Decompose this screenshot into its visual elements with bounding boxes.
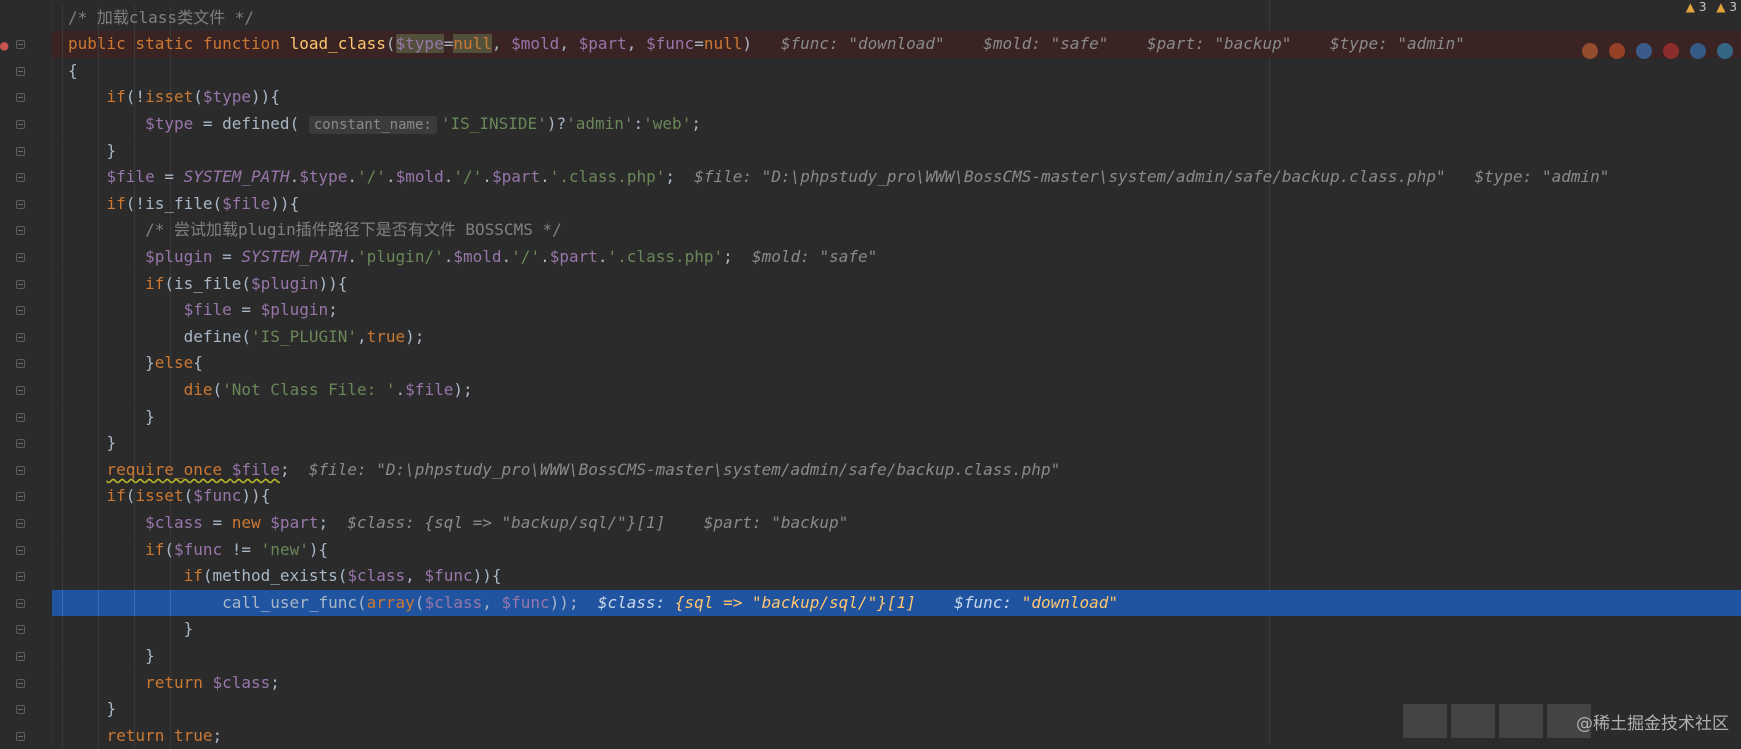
code-text: return true; xyxy=(106,725,223,745)
edge-icon[interactable] xyxy=(1717,43,1733,59)
code-text: } xyxy=(68,645,155,665)
code-text: /* 加载class类文件 */ xyxy=(68,7,254,27)
code-line[interactable]: }else{ xyxy=(52,350,1741,377)
fold-marker-icon[interactable] xyxy=(16,66,25,76)
editor-gutter[interactable]: ● xyxy=(0,0,53,744)
fold-marker-icon[interactable] xyxy=(16,119,25,129)
code-text: /* 尝试加载plugin插件路径下是否有文件 BOSSCMS */ xyxy=(145,220,562,240)
fold-marker-icon[interactable] xyxy=(16,173,25,183)
code-text: $plugin = SYSTEM_PATH.'plugin/'.$mold.'/… xyxy=(145,246,878,266)
code-text: } xyxy=(68,699,117,719)
code-text: define('IS_PLUGIN',true); xyxy=(68,326,425,346)
code-editor[interactable]: /* 加载class类文件 */ public static function l… xyxy=(52,0,1741,749)
fold-marker-icon[interactable] xyxy=(16,545,25,555)
code-text: $type = defined( constant_name: 'IS_INSID… xyxy=(145,113,701,134)
fold-marker-icon[interactable] xyxy=(16,625,25,635)
code-line[interactable]: } xyxy=(52,137,1741,165)
code-text: call_user_func(array($class, $func)); $c… xyxy=(68,592,1119,612)
code-text: $class = new $part; $class: {sql => "bac… xyxy=(145,512,849,532)
pixelated-region xyxy=(1403,704,1591,738)
breakpoint-icon[interactable]: ● xyxy=(0,38,8,54)
code-text: } xyxy=(68,406,155,426)
code-text: } xyxy=(68,433,117,453)
firefox-icon[interactable] xyxy=(1609,43,1625,59)
warning-icon: ▲ xyxy=(1685,0,1695,14)
warning-count-b: 3 xyxy=(1729,0,1737,14)
fold-marker-icon[interactable] xyxy=(16,146,25,156)
code-line[interactable]: /* 尝试加载plugin插件路径下是否有文件 BOSSCMS */ xyxy=(52,217,1741,244)
code-line[interactable]: $plugin = SYSTEM_PATH.'plugin/'.$mold.'/… xyxy=(52,243,1741,271)
fold-marker-icon[interactable] xyxy=(16,359,25,369)
code-text: if(method_exists($class, $func)){ xyxy=(183,566,502,586)
code-line[interactable]: } xyxy=(52,616,1741,643)
code-text: if(!isset($type)){ xyxy=(106,87,280,107)
code-line[interactable]: { xyxy=(52,57,1741,85)
code-text: { xyxy=(68,60,78,80)
fold-marker-icon[interactable] xyxy=(16,279,25,289)
fold-marker-icon[interactable] xyxy=(16,306,25,316)
fold-marker-icon[interactable] xyxy=(16,226,25,236)
code-text: }else{ xyxy=(68,353,203,373)
code-line[interactable]: } xyxy=(52,642,1741,670)
code-text: $file = $plugin; xyxy=(183,300,338,320)
safari-icon[interactable] xyxy=(1636,43,1652,59)
ie-icon[interactable] xyxy=(1690,43,1706,59)
code-line[interactable]: /* 加载class类文件 */ xyxy=(52,4,1741,32)
code-line[interactable]: if(method_exists($class, $func)){ xyxy=(52,563,1741,590)
fold-marker-icon[interactable] xyxy=(16,199,25,209)
code-line[interactable]: $type = defined( constant_name: 'IS_INSID… xyxy=(52,110,1741,138)
code-text: if(!is_file($file)){ xyxy=(106,193,300,213)
fold-marker-icon[interactable] xyxy=(16,705,25,715)
chrome-icon[interactable] xyxy=(1582,43,1598,59)
code-line[interactable]: require_once $file; $file: "D:\phpstudy_… xyxy=(52,456,1741,484)
fold-marker-icon[interactable] xyxy=(16,598,25,608)
code-line[interactable]: define('IS_PLUGIN',true); xyxy=(52,323,1741,351)
code-line[interactable]: $file = $plugin; xyxy=(52,297,1741,324)
fold-marker-icon[interactable] xyxy=(16,40,25,50)
code-text: $file = SYSTEM_PATH.$type.'/'.$mold.'/'.… xyxy=(106,167,1610,187)
code-text: if($func != 'new'){ xyxy=(145,539,329,559)
code-text: public static function load_class($type=… xyxy=(68,34,1465,54)
code-line[interactable]: call_user_func(array($class, $func)); $c… xyxy=(52,589,1741,617)
code-text: die('Not Class File: '.$file); xyxy=(183,379,473,399)
code-line[interactable]: return $class; xyxy=(52,669,1741,697)
fold-marker-icon[interactable] xyxy=(16,678,25,688)
fold-marker-icon[interactable] xyxy=(16,439,25,449)
code-line[interactable]: if($func != 'new'){ xyxy=(52,536,1741,564)
fold-marker-icon[interactable] xyxy=(16,252,25,262)
watermark: @稀土掘金技术社区 xyxy=(1576,714,1729,734)
code-text: } xyxy=(68,619,194,639)
code-line[interactable]: } xyxy=(52,430,1741,457)
fold-marker-icon[interactable] xyxy=(16,465,25,475)
fold-marker-icon[interactable] xyxy=(16,731,25,741)
code-line[interactable]: } xyxy=(52,403,1741,431)
fold-marker-icon[interactable] xyxy=(16,518,25,528)
fold-marker-icon[interactable] xyxy=(16,572,25,582)
fold-marker-icon[interactable] xyxy=(16,332,25,342)
fold-marker-icon[interactable] xyxy=(16,93,25,103)
code-line[interactable]: if(isset($func)){ xyxy=(52,483,1741,510)
fold-marker-icon[interactable] xyxy=(16,385,25,395)
code-line[interactable]: die('Not Class File: '.$file); xyxy=(52,376,1741,404)
code-line[interactable]: $file = SYSTEM_PATH.$type.'/'.$mold.'/'.… xyxy=(52,164,1741,191)
code-line[interactable]: if(!is_file($file)){ xyxy=(52,190,1741,218)
code-text: if(is_file($plugin)){ xyxy=(145,273,348,293)
code-text: if(isset($func)){ xyxy=(106,486,271,506)
code-line[interactable]: $class = new $part; $class: {sql => "bac… xyxy=(52,509,1741,537)
warning-count-a: 3 xyxy=(1698,0,1707,14)
code-text: require_once $file; $file: "D:\phpstudy_… xyxy=(106,459,1061,479)
code-line[interactable]: if(is_file($plugin)){ xyxy=(52,270,1741,298)
code-line[interactable]: if(!isset($type)){ xyxy=(52,84,1741,111)
code-line[interactable]: public static function load_class($type=… xyxy=(52,31,1741,58)
fold-marker-icon[interactable] xyxy=(16,492,25,502)
opera-icon[interactable] xyxy=(1663,43,1679,59)
inspection-widget[interactable]: ▲ 3 ▲ 3 xyxy=(1680,0,1737,16)
code-text: } xyxy=(68,140,117,160)
browser-preview-bar xyxy=(1582,43,1733,59)
fold-marker-icon[interactable] xyxy=(16,412,25,422)
code-text: return $class; xyxy=(145,672,280,692)
fold-marker-icon[interactable] xyxy=(16,651,25,661)
warning-icon: ▲ xyxy=(1716,0,1726,14)
